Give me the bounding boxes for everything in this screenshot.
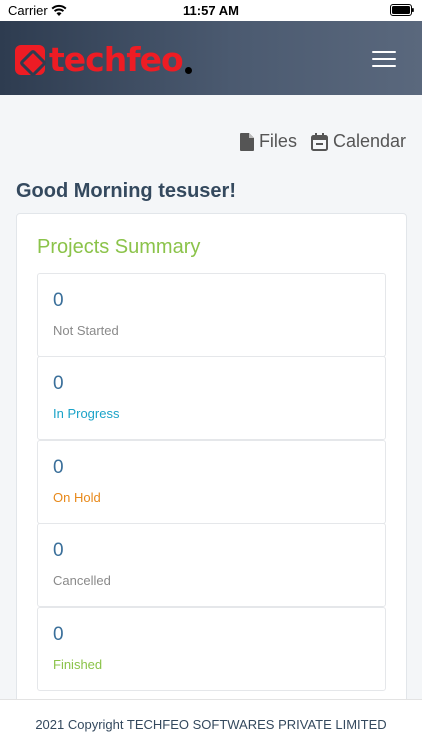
in-progress-count: 0 [53,373,64,394]
files-label: Files [258,131,297,151]
finished-label: Finished [53,657,103,672]
techfeo-logo[interactable]: techfeo [15,43,192,77]
calendar-icon [310,132,328,151]
not-started-label: Not Started [53,323,119,338]
cancelled-label: Cancelled [53,573,111,588]
cancelled-count: 0 [53,540,64,561]
calendar-label: Calendar [332,131,406,151]
clock: 11:57 AM [183,3,239,18]
in-progress-label: In Progress [53,406,120,421]
calendar-link[interactable]: Calendar [310,131,406,152]
status-item-on-hold[interactable]: 0 On Hold [37,440,386,524]
footer: 2021 Copyright TECHFEO SOFTWARES PRIVATE… [0,699,422,750]
greeting-heading: Good Morning tesuser! [16,180,236,202]
status-bar: Carrier 11:57 AM [0,0,422,21]
logo-dot [184,66,192,74]
logo-mark-icon [15,45,45,75]
hamburger-menu-icon[interactable] [372,51,396,69]
app-header: techfeo [0,21,422,95]
battery-icon [390,4,414,16]
quick-links: Files Calendar [239,131,406,152]
projects-summary-title: Projects Summary [37,236,201,258]
status-item-cancelled[interactable]: 0 Cancelled [37,523,386,607]
finished-count: 0 [53,624,64,645]
status-item-not-started[interactable]: 0 Not Started [37,273,386,357]
on-hold-count: 0 [53,457,64,478]
files-link[interactable]: Files [239,131,297,152]
file-icon [239,132,254,151]
copyright-text: 2021 Copyright TECHFEO SOFTWARES PRIVATE… [35,717,387,732]
status-item-in-progress[interactable]: 0 In Progress [37,356,386,440]
projects-summary-card: Projects Summary 0 Not Started 0 In Prog… [16,213,407,713]
status-item-finished[interactable]: 0 Finished [37,607,386,691]
on-hold-label: On Hold [53,490,101,505]
logo-text: techfeo [49,40,184,79]
not-started-count: 0 [53,290,64,311]
